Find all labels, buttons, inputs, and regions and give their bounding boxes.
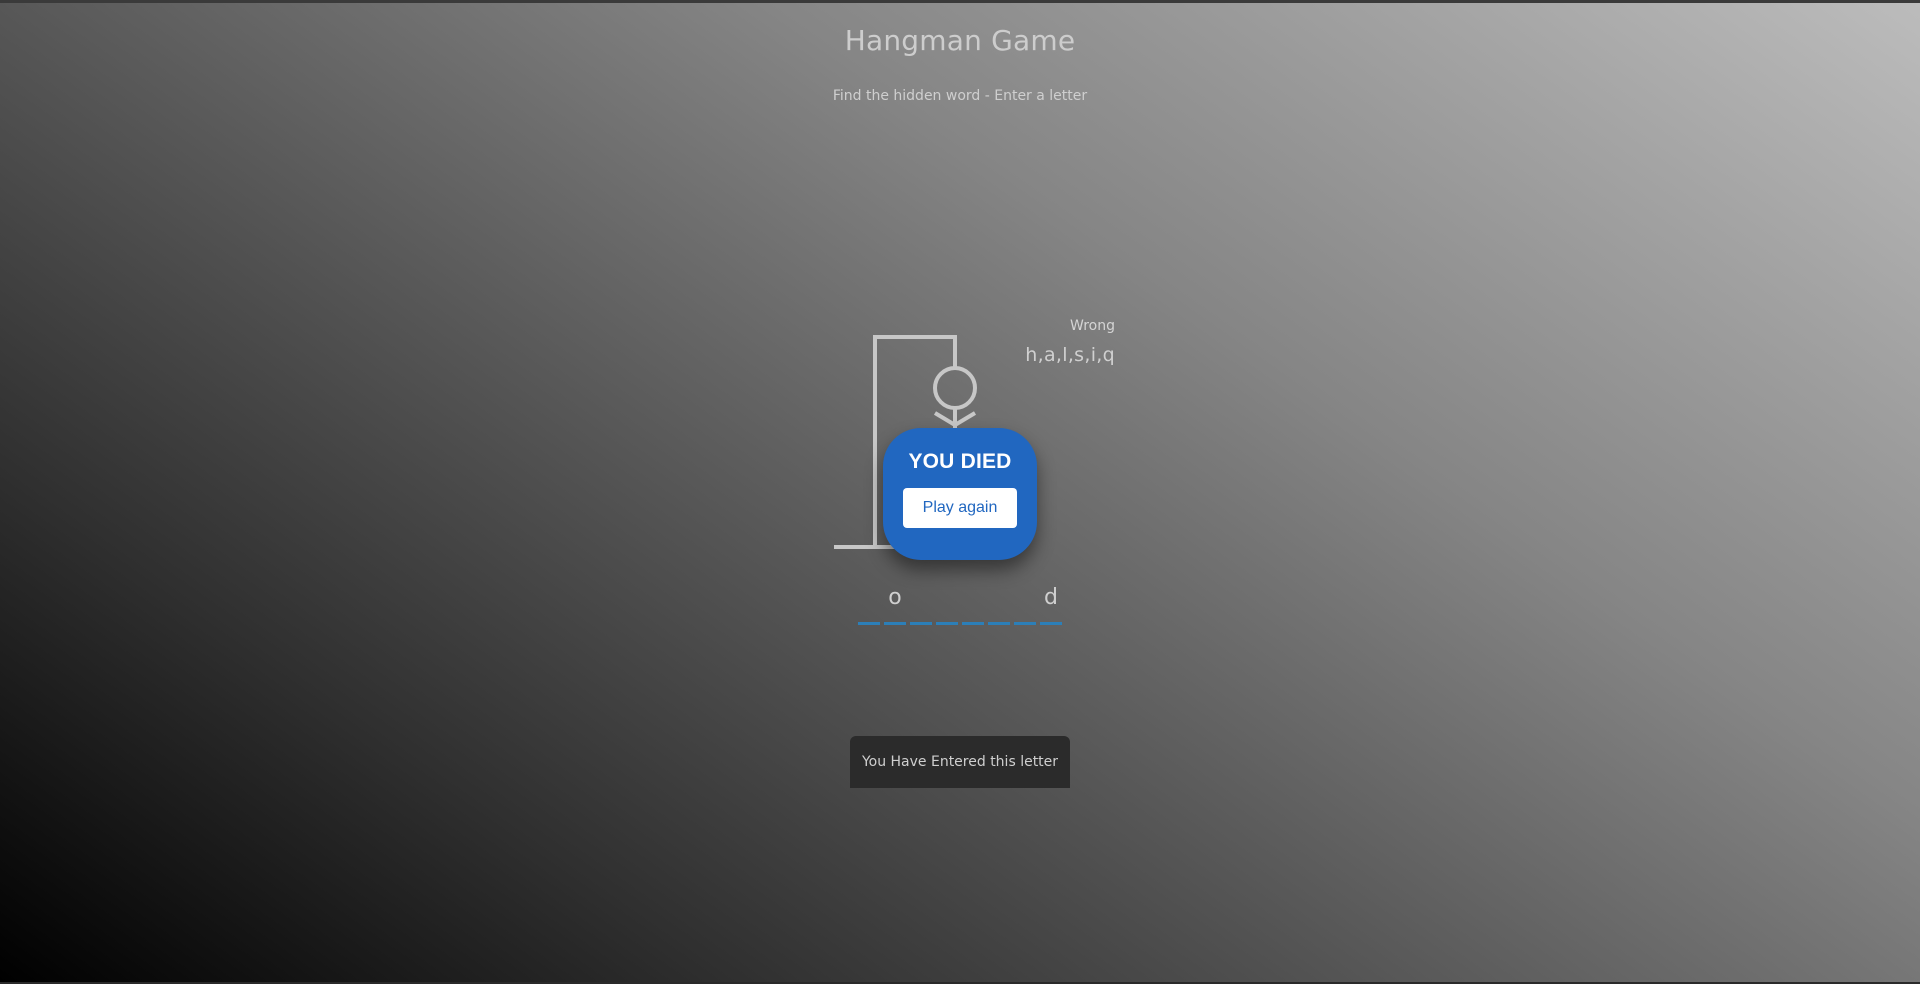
letter-slot bbox=[910, 580, 932, 625]
window-top-edge bbox=[0, 0, 1920, 3]
letter-slot bbox=[1014, 580, 1036, 625]
hangman-left-arm bbox=[933, 411, 957, 427]
hidden-word: o d bbox=[858, 580, 1062, 625]
letter-slot: o bbox=[884, 580, 906, 625]
notification-text: You Have Entered this letter bbox=[861, 754, 1059, 770]
notification-toast: You Have Entered this letter bbox=[850, 736, 1070, 788]
hangman-right-arm bbox=[953, 411, 977, 427]
letter-slot bbox=[988, 580, 1010, 625]
letter-slot: d bbox=[1040, 580, 1062, 625]
play-again-button[interactable]: Play again bbox=[903, 488, 1017, 528]
letter-slot bbox=[936, 580, 958, 625]
letter-slot bbox=[962, 580, 984, 625]
wrong-letters-panel: Wrong h,a,l,s,i,q bbox=[1010, 318, 1115, 366]
game-over-popup: YOU DIED Play again bbox=[883, 428, 1037, 560]
wrong-label: Wrong bbox=[1070, 318, 1115, 334]
page-subtitle: Find the hidden word - Enter a letter bbox=[832, 88, 1088, 104]
letter-slot bbox=[858, 580, 880, 625]
page-title: Hangman Game bbox=[844, 24, 1076, 57]
hangman-head bbox=[933, 366, 977, 410]
game-over-title: YOU DIED bbox=[908, 450, 1012, 473]
wrong-letters-list: h,a,l,s,i,q bbox=[1025, 344, 1115, 366]
